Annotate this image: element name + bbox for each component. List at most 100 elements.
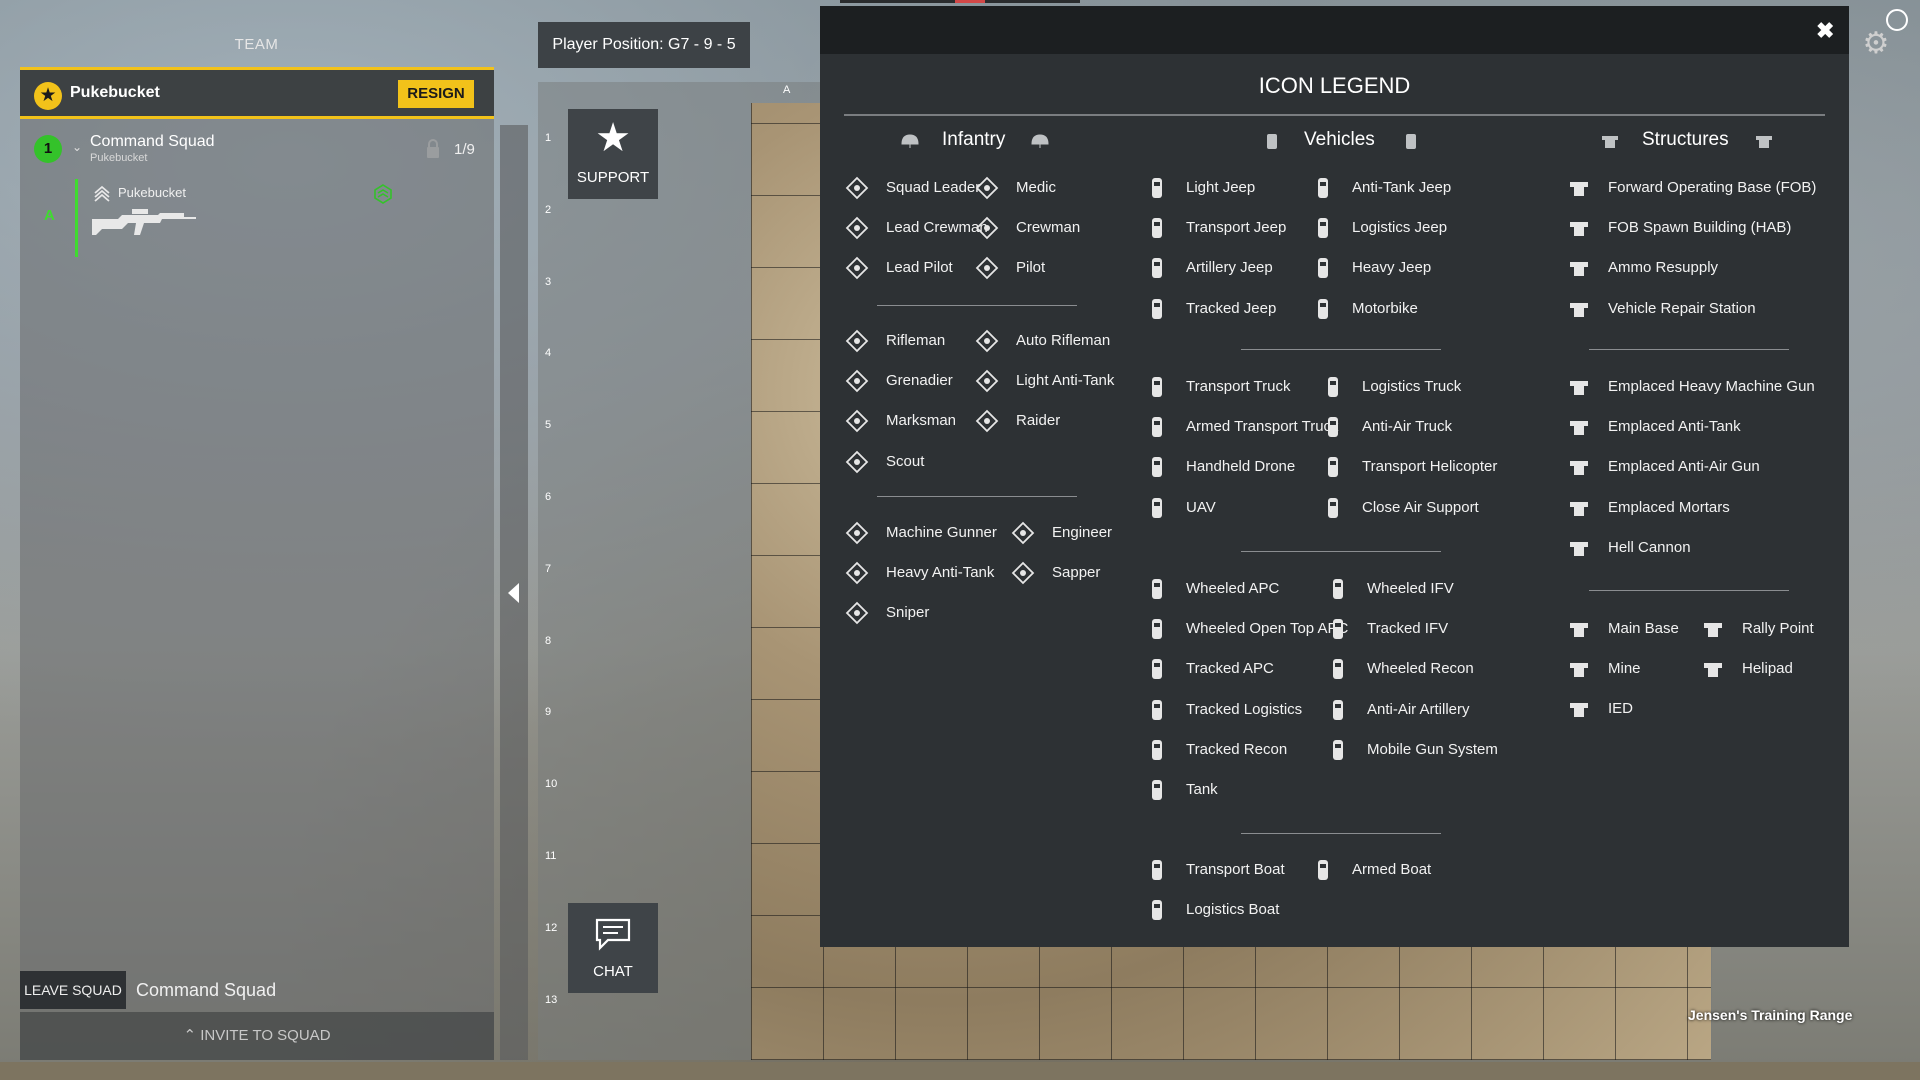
legend-item-label: Emplaced Mortars <box>1608 498 1730 516</box>
legend-item-label: Crewman <box>1016 219 1081 237</box>
legend-item-label: Tracked Jeep <box>1186 299 1277 317</box>
fireteam-letter: A <box>44 207 55 224</box>
legend-item-label: Emplaced Heavy Machine Gun <box>1608 378 1815 395</box>
sapper-icon <box>1011 561 1035 585</box>
chat-button[interactable]: CHAT <box>568 903 658 993</box>
legend-item-label: Tank <box>1186 781 1218 798</box>
machine-gunner-icon <box>845 521 869 545</box>
transport-helicopter-icon <box>1328 457 1338 478</box>
fob-spawn-building-hab-icon <box>1570 222 1588 237</box>
legend-item-label: Heavy Anti-Tank <box>886 564 995 582</box>
team-title: TEAM <box>234 36 279 53</box>
legend-item-label: Wheeled IFV <box>1367 580 1454 597</box>
motorbike-icon <box>1318 298 1328 319</box>
legend-item-label: Lead Crewman <box>886 219 988 237</box>
legend-item-label: Mobile Gun System <box>1367 740 1498 758</box>
auto-rifleman-icon <box>975 329 999 353</box>
hell-cannon-icon <box>1570 541 1588 556</box>
team-panel: ★ Pukebucket RESIGN 1 ⌄ Command Squad Pu… <box>20 67 494 1060</box>
structure-icon <box>1602 136 1618 148</box>
member-name[interactable]: Pukebucket <box>118 185 186 200</box>
map-row-label: 5 <box>545 419 552 432</box>
star-icon: ★ <box>595 116 631 160</box>
invite-to-squad-button[interactable]: ⌃ INVITE TO SQUAD <box>20 1012 494 1060</box>
icon-legend-panel: ✖ ICON LEGEND Infantry Vehicles Structur… <box>820 6 1849 947</box>
invite-label: INVITE TO SQUAD <box>200 1027 331 1044</box>
legend-item-label: UAV <box>1186 498 1216 516</box>
rank-icon <box>374 184 392 204</box>
armed-boat-icon <box>1318 860 1328 880</box>
logistics-truck-icon <box>1328 377 1338 397</box>
legend-item-label: Emplaced Anti-Tank <box>1608 418 1741 436</box>
mine-icon <box>1570 663 1588 678</box>
commander-star-icon: ★ <box>34 82 62 110</box>
squad-leader-role-icon <box>94 185 110 202</box>
support-button[interactable]: ★ SUPPORT <box>568 109 658 199</box>
rifle-icon <box>92 209 196 235</box>
legend-item-label: Marksman <box>886 412 957 430</box>
legend-title: ICON LEGEND <box>1258 73 1411 98</box>
legend-item-label: Scout <box>886 452 925 470</box>
legend-item-label: Motorbike <box>1352 299 1418 317</box>
anti-air-artillery-icon <box>1333 699 1343 720</box>
map-row-label: 11 <box>545 850 557 862</box>
light-jeep-icon <box>1152 178 1162 198</box>
legend-item-label: Ammo Resupply <box>1608 259 1719 277</box>
transport-truck-icon <box>1152 377 1162 397</box>
logistics-jeep-icon <box>1318 218 1328 239</box>
helmet-icon <box>901 134 919 148</box>
legend-title-bar <box>820 6 1849 54</box>
legend-item-label: Tracked Recon <box>1186 740 1288 758</box>
legend-item-label: Grenadier <box>886 372 953 390</box>
legend-separator <box>1241 551 1441 552</box>
wheeled-ifv-icon <box>1333 579 1343 599</box>
map-row-label: 13 <box>545 993 558 1006</box>
legend-item-label: Transport Jeep <box>1186 219 1287 237</box>
lock-icon[interactable] <box>425 139 441 159</box>
collapse-panel-strip[interactable] <box>500 125 528 1060</box>
legend-item-label: Pilot <box>1016 259 1046 277</box>
light-anti-tank-icon <box>975 369 999 393</box>
lead-pilot-icon <box>845 257 869 280</box>
map-row-label: 6 <box>545 491 552 503</box>
emplaced-mortars-icon <box>1570 501 1588 516</box>
armed-transport-truck-icon <box>1152 417 1162 438</box>
gear-icon[interactable]: ⚙ <box>1860 28 1892 60</box>
legend-item-label: Handheld Drone <box>1186 458 1296 476</box>
anti-tank-jeep-icon <box>1318 178 1328 198</box>
map-row-label: 12 <box>545 921 558 934</box>
legend-item-label: Emplaced Anti-Air Gun <box>1608 458 1760 476</box>
squad-row[interactable]: 1 ⌄ Command Squad Pukebucket 1/9 <box>20 127 494 169</box>
resign-button[interactable]: RESIGN <box>398 80 474 108</box>
wheeled-apc-icon <box>1152 579 1162 599</box>
chevron-up-icon: ⌃ <box>183 1027 201 1044</box>
tracked-ifv-icon <box>1333 619 1343 640</box>
legend-item-label: Armed Transport Truck <box>1186 418 1339 436</box>
legend-item-label: Logistics Truck <box>1362 378 1462 395</box>
infantry-header: Infantry <box>942 129 1006 150</box>
legend-item-label: Tracked Logistics <box>1186 700 1303 718</box>
legend-item-label: Close Air Support <box>1362 498 1479 516</box>
squad-number-badge: 1 <box>34 135 62 163</box>
map-row-label: 1 <box>545 132 552 144</box>
transport-boat-icon <box>1152 860 1162 880</box>
legend-item-label: Sapper <box>1052 564 1101 582</box>
close-icon[interactable]: ✖ <box>1816 18 1834 44</box>
legend-item-label: Artillery Jeep <box>1186 259 1273 277</box>
legend-item-label: Medic <box>1016 179 1057 196</box>
leave-squad-button[interactable]: LEAVE SQUAD <box>20 971 126 1009</box>
legend-item-label: Vehicle Repair Station <box>1608 299 1756 317</box>
legend-separator <box>1241 349 1441 350</box>
logistics-boat-icon <box>1152 900 1162 921</box>
vehicles-header: Vehicles <box>1304 129 1375 150</box>
structures-header: Structures <box>1642 129 1729 150</box>
map-row-label: 9 <box>545 706 552 719</box>
bottom-strip <box>0 1062 1920 1080</box>
wheeled-recon-icon <box>1333 659 1343 680</box>
refresh-icon[interactable] <box>1886 9 1908 31</box>
chevron-down-icon[interactable]: ⌄ <box>72 140 82 154</box>
collapse-arrow-icon[interactable] <box>508 583 519 603</box>
legend-separator <box>1589 590 1789 591</box>
transport-jeep-icon <box>1152 218 1162 239</box>
legend-item-label: Logistics Jeep <box>1352 219 1448 237</box>
